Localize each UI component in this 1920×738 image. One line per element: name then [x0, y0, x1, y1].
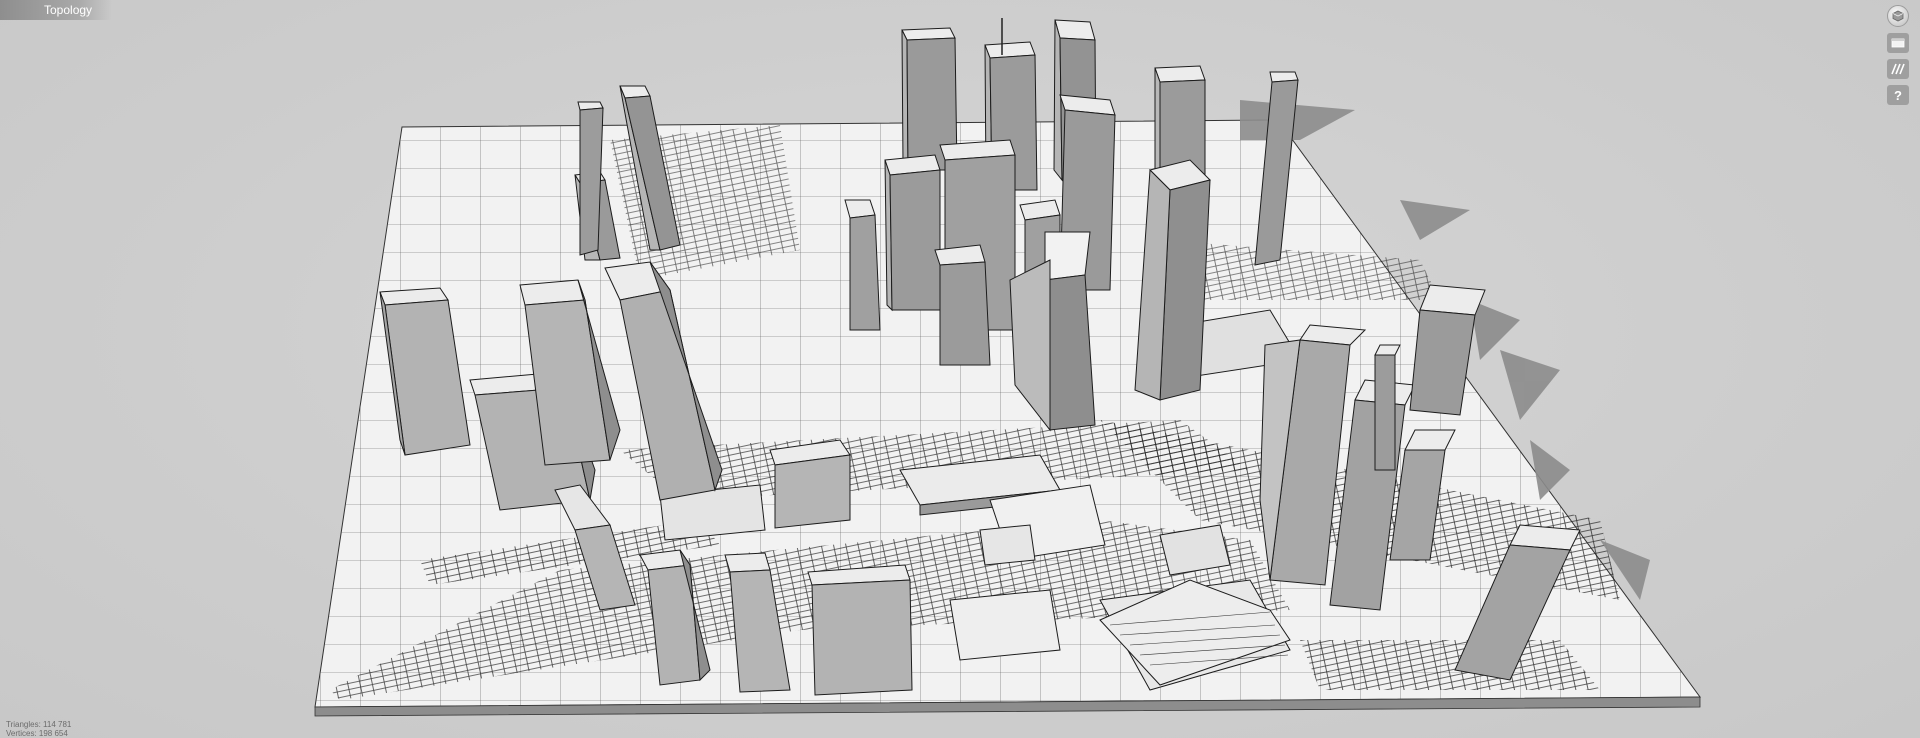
3d-viewport[interactable]: Topology ? Triangles: 114 781 Vertices: … [0, 0, 1920, 738]
stripes-icon [1891, 63, 1905, 75]
vertex-count: Vertices: 198 654 [6, 729, 68, 738]
scene-stats: Triangles: 114 781 Vertices: 198 654 [6, 720, 71, 738]
navigation-cube-button[interactable] [1887, 5, 1909, 27]
window-icon [1891, 38, 1905, 48]
triangle-count: Triangles: 114 781 [6, 720, 72, 729]
wireframe-toggle-button[interactable] [1887, 59, 1909, 79]
cube-icon [1892, 10, 1904, 22]
help-icon: ? [1894, 87, 1902, 103]
topology-mode-tab[interactable]: Topology [0, 0, 112, 20]
help-button[interactable]: ? [1887, 85, 1909, 105]
display-mode-button[interactable] [1887, 33, 1909, 53]
city-model-scene[interactable] [0, 0, 1920, 738]
view-toolbar: ? [1886, 5, 1910, 105]
